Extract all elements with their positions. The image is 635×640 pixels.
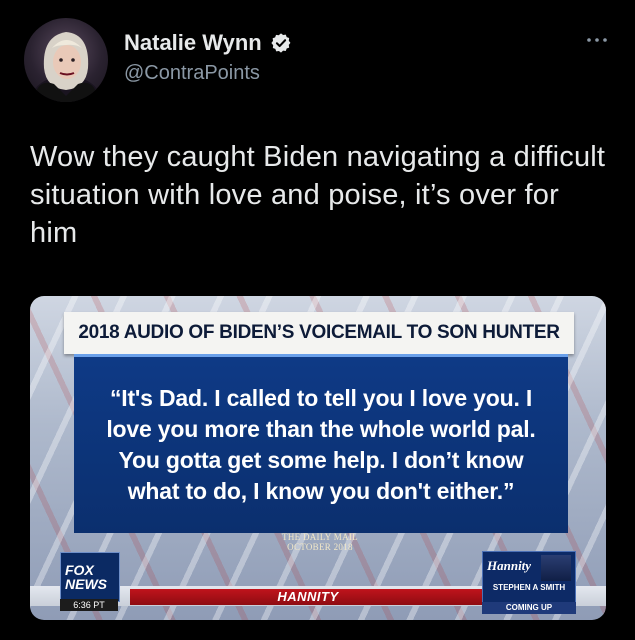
author-name[interactable]: Natalie Wynn (124, 30, 262, 56)
tweet-media-image[interactable]: 2018 AUDIO OF BIDEN’S VOICEMAIL TO SON H… (30, 296, 606, 620)
source-line-1: THE DAILY MAIL (282, 532, 358, 542)
show-name-bar: HANNITY (130, 589, 486, 605)
media-quote: “It's Dad. I called to tell you I love y… (106, 385, 536, 504)
tweet-text: Wow they caught Biden navigating a diffi… (30, 141, 606, 249)
avatar[interactable] (24, 18, 108, 102)
source-line-2: OCTOBER 2018 (287, 542, 353, 552)
profile-photo-icon (32, 32, 100, 102)
network-logo: FOX NEWS (60, 552, 120, 602)
more-horizontal-icon (587, 38, 607, 42)
host-script-logo: Hannity (487, 558, 532, 573)
network-logo-line-2: NEWS (65, 576, 107, 592)
verified-badge-icon (270, 32, 292, 54)
broadcast-time: 6:36 PT (60, 599, 118, 611)
guest-photo (541, 555, 571, 581)
guest-name: STEPHEN A SMITH (492, 583, 566, 592)
tweet: Natalie Wynn @ContraPoints Wow they caug… (0, 0, 635, 640)
coming-up-label: COMING UP (482, 602, 576, 614)
media-source: THE DAILY MAIL OCTOBER 2018 (270, 532, 370, 552)
upcoming-guest-box: Hannity STEPHEN A SMITH (482, 551, 576, 603)
quote-panel: “It's Dad. I called to tell you I love y… (74, 354, 568, 533)
author-handle[interactable]: @ContraPoints (124, 62, 260, 85)
network-logo-line-1: FOX (65, 562, 94, 578)
media-headline: 2018 AUDIO OF BIDEN’S VOICEMAIL TO SON H… (64, 312, 574, 354)
author-name-row[interactable]: Natalie Wynn (124, 30, 292, 56)
more-options-button[interactable] (584, 32, 610, 48)
